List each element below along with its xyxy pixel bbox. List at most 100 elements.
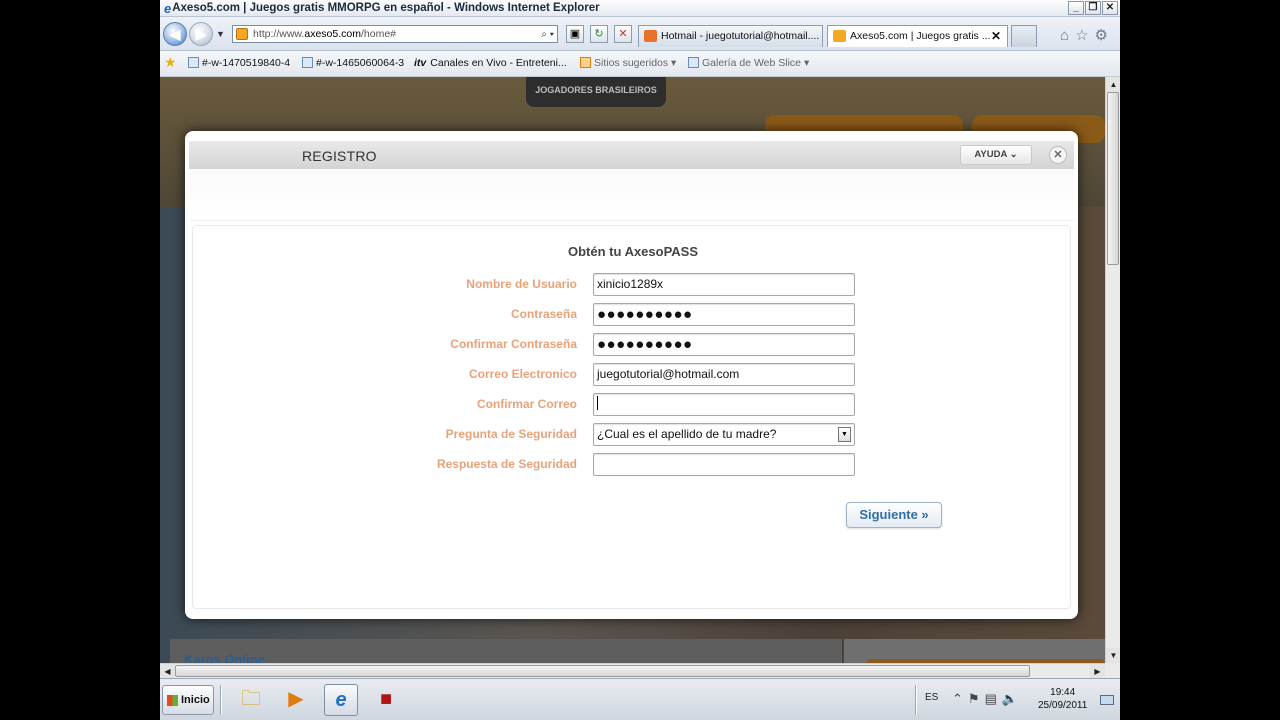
- security-answer-label: Respuesta de Seguridad: [436, 457, 577, 471]
- suggested-sites-icon: [580, 57, 591, 68]
- tab-axeso5[interactable]: Axeso5.com | Juegos gratis ... ✕: [827, 25, 1008, 47]
- close-window-button[interactable]: ✕: [1102, 1, 1118, 15]
- media-player-icon[interactable]: ▶: [279, 684, 313, 716]
- karos-online-title[interactable]: Karos Online: [184, 652, 265, 663]
- title-bar: e Axeso5.com | Juegos gratis MMORPG en e…: [160, 0, 1120, 17]
- next-button[interactable]: Siguiente »: [846, 502, 942, 528]
- restore-button[interactable]: ❐: [1085, 1, 1101, 15]
- taskbar-separator: [220, 685, 222, 715]
- page-icon: [188, 57, 199, 68]
- favorite-link-3[interactable]: itv Canales en Vivo - Entreteni...: [414, 57, 567, 69]
- username-label: Nombre de Usuario: [466, 277, 577, 291]
- modal-divider: [189, 169, 1074, 221]
- url-path: /home#: [360, 28, 397, 40]
- window-title: Axeso5.com | Juegos gratis MMORPG en esp…: [172, 2, 600, 14]
- internet-explorer-icon[interactable]: e: [324, 684, 358, 716]
- favorite-link-1[interactable]: #-w-1470519840-4: [188, 57, 290, 69]
- forward-button[interactable]: ▶: [189, 22, 213, 46]
- url-prefix: http://www.: [253, 28, 305, 40]
- confirm-email-label: Confirmar Correo: [476, 397, 577, 411]
- registration-form: Obtén tu AxesoPASS Nombre de Usuario xin…: [192, 225, 1071, 609]
- browser-tools: ⌂☆⚙: [1060, 26, 1114, 44]
- hotmail-tab-icon: [644, 30, 657, 42]
- stop-icon[interactable]: ✕: [614, 25, 632, 43]
- show-desktop-icon[interactable]: [1100, 695, 1114, 705]
- clock-time: 19:44: [1050, 687, 1076, 698]
- page-icon: [302, 57, 313, 68]
- favorites-bar: ★ #-w-1470519840-4 #-w-1465060064-3 itv C…: [160, 51, 1120, 77]
- confirm-password-input[interactable]: ●●●●●●●●●●: [593, 333, 855, 356]
- security-question-value: ¿Cual es el apellido de tu madre?: [597, 427, 777, 441]
- security-question-label: Pregunta de Seguridad: [445, 427, 577, 441]
- scrollbar-corner: [1105, 663, 1120, 678]
- security-answer-input[interactable]: [593, 453, 855, 476]
- network-icon[interactable]: ▤: [985, 691, 1002, 706]
- volume-icon[interactable]: 🔈: [1002, 691, 1023, 706]
- security-question-select[interactable]: ¿Cual es el apellido de tu madre? ▼: [593, 423, 855, 446]
- url-host: axeso5.com: [304, 28, 361, 40]
- favorites-star-icon[interactable]: ☆: [1075, 27, 1094, 44]
- tab-label: Axeso5.com | Juegos gratis ...: [850, 30, 991, 42]
- scroll-right-icon[interactable]: ▶: [1090, 664, 1105, 679]
- lower-panel: [170, 639, 842, 663]
- screen: e Axeso5.com | Juegos gratis MMORPG en e…: [160, 0, 1120, 720]
- ie-icon: e: [164, 0, 172, 16]
- language-indicator[interactable]: ES: [925, 692, 938, 703]
- close-tab-icon[interactable]: ✕: [991, 26, 1001, 46]
- tv-icon: itv: [414, 57, 427, 69]
- help-button[interactable]: AYUDA ⌄: [960, 145, 1032, 165]
- navigation-bar: ◀ ▶ ▼ http://www.axeso5.com/home# ⌕ ▾ ▣ …: [160, 17, 1120, 51]
- start-button[interactable]: Inicio: [162, 685, 214, 715]
- registration-modal: REGISTRO AYUDA ⌄ ✕ Obtén tu AxesoPASS No…: [185, 131, 1078, 619]
- password-label: Contraseña: [510, 307, 577, 321]
- suggested-sites-link[interactable]: Sitios sugeridos ▾: [580, 57, 676, 69]
- home-icon[interactable]: ⌂: [1060, 27, 1075, 44]
- taskbar: Inicio 🗀 ▶ e ■ ES ⌃⚑▤🔈 19:44 25/09/2011: [160, 678, 1120, 720]
- confirm-password-label: Confirmar Contraseña: [450, 337, 577, 351]
- dropdown-arrow-icon[interactable]: ▼: [838, 427, 851, 442]
- start-label: Inicio: [181, 694, 210, 706]
- email-input[interactable]: juegotutorial@hotmail.com: [593, 363, 855, 386]
- minimize-button[interactable]: _: [1068, 1, 1084, 15]
- new-tab-button[interactable]: [1011, 25, 1037, 47]
- camera-recorder-icon[interactable]: ■: [369, 684, 403, 716]
- refresh-icon[interactable]: ↻: [590, 25, 608, 43]
- address-bar[interactable]: http://www.axeso5.com/home# ⌕ ▾: [232, 25, 558, 43]
- recent-pages-dropdown-icon[interactable]: ▼: [216, 29, 225, 39]
- scroll-down-icon[interactable]: ▼: [1106, 648, 1120, 663]
- clock-date: 25/09/2011: [1038, 700, 1088, 711]
- web-slice-icon: [688, 57, 699, 68]
- system-tray: ⌃⚑▤🔈: [952, 691, 1023, 707]
- address-search-icon[interactable]: ⌕ ▾: [541, 27, 554, 43]
- compatibility-view-icon[interactable]: ▣: [566, 25, 584, 43]
- password-input[interactable]: ●●●●●●●●●●: [593, 303, 855, 326]
- horizontal-scroll-thumb[interactable]: [175, 665, 1030, 677]
- username-input[interactable]: xinicio1289x: [593, 273, 855, 296]
- back-button[interactable]: ◀: [163, 22, 187, 46]
- text-caret: [597, 396, 598, 410]
- form-heading: Obtén tu AxesoPASS: [568, 244, 699, 259]
- brazilian-players-tab[interactable]: JOGADORES BRASILEIROS: [526, 77, 666, 107]
- web-slice-gallery-link[interactable]: Galería de Web Slice ▾: [688, 57, 809, 69]
- modal-header: REGISTRO AYUDA ⌄ ✕: [189, 141, 1074, 169]
- settings-gear-icon[interactable]: ⚙: [1095, 27, 1114, 44]
- tab-hotmail[interactable]: Hotmail - juegotutorial@hotmail....: [638, 25, 823, 47]
- clock[interactable]: 19:44 25/09/2011: [1038, 686, 1087, 712]
- scroll-left-icon[interactable]: ◀: [160, 664, 175, 679]
- favorites-star-icon[interactable]: ★: [164, 54, 177, 71]
- action-center-icon[interactable]: ⚑: [968, 691, 985, 706]
- window-controls: _ ❐ ✕: [1068, 1, 1118, 15]
- folder-icon[interactable]: 🗀: [234, 684, 268, 716]
- favorite-link-2[interactable]: #-w-1465060064-3: [302, 57, 404, 69]
- confirm-email-input[interactable]: [593, 393, 855, 416]
- horizontal-scrollbar[interactable]: ◀ ▶: [160, 663, 1105, 679]
- tray-expand-icon[interactable]: ⌃: [952, 691, 968, 706]
- taskbar-separator: [915, 685, 917, 715]
- close-icon[interactable]: ✕: [1049, 146, 1067, 164]
- modal-title: REGISTRO: [302, 148, 377, 164]
- email-label: Correo Electronico: [468, 367, 577, 381]
- page-viewport: JOGADORES BRASILEIROS Karos Online REGIS…: [160, 77, 1105, 663]
- vertical-scrollbar[interactable]: ▲ ▼: [1105, 77, 1120, 663]
- scroll-up-icon[interactable]: ▲: [1106, 77, 1120, 92]
- vertical-scroll-thumb[interactable]: [1107, 92, 1119, 265]
